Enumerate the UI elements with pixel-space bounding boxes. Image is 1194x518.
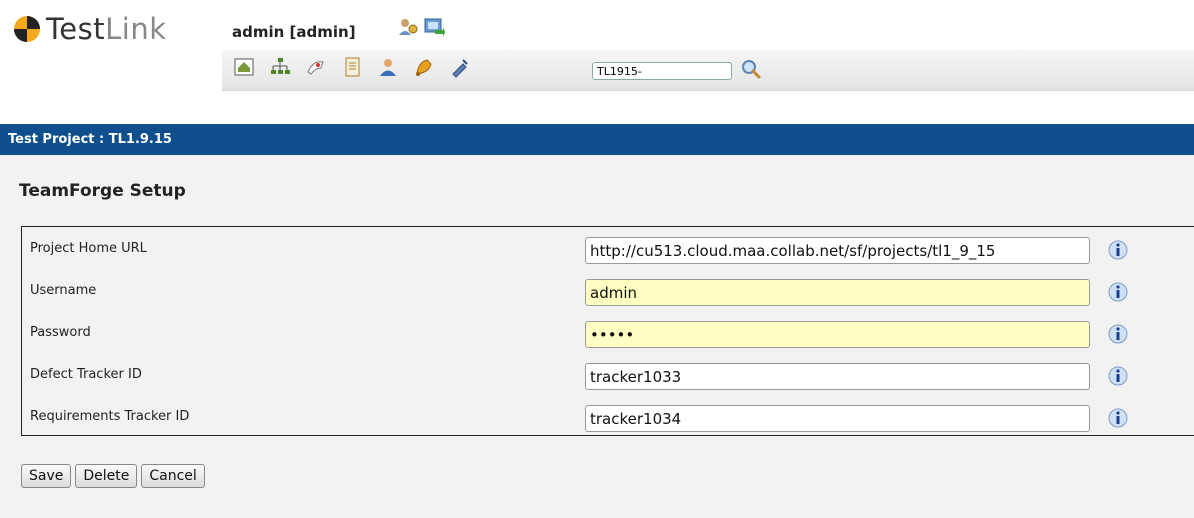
home-icon — [234, 58, 254, 76]
logo-text: TestLink — [46, 12, 167, 46]
logout-icon[interactable] — [423, 16, 445, 38]
info-icon[interactable] — [1108, 408, 1128, 428]
info-icon[interactable] — [1108, 240, 1128, 260]
main-toolbar — [232, 55, 472, 79]
info-icon[interactable] — [1108, 324, 1128, 344]
form-actions: Save Delete Cancel — [21, 464, 205, 488]
defect-tracker-id-input[interactable] — [585, 363, 1090, 390]
user-management-button[interactable] — [376, 55, 400, 79]
home-button[interactable] — [232, 55, 256, 79]
main-content: TeamForge Setup Project Home URL Usernam… — [0, 155, 1194, 498]
logo-icon — [14, 16, 40, 42]
page-title: TeamForge Setup — [19, 181, 186, 201]
form-row: Password — [22, 321, 1194, 351]
test-specification-button[interactable] — [304, 55, 328, 79]
requirements-button[interactable] — [340, 55, 364, 79]
bell-icon — [416, 59, 432, 76]
info-icon[interactable] — [1108, 366, 1128, 386]
plugin-icon — [452, 59, 468, 78]
project-home-url-label: Project Home URL — [30, 241, 147, 256]
user-icon — [380, 59, 396, 76]
search-icon[interactable] — [740, 58, 762, 80]
document-icon — [345, 57, 360, 77]
footer — [0, 498, 1194, 518]
defect-tracker-id-label: Defect Tracker ID — [30, 367, 142, 382]
specification-icon — [307, 61, 324, 75]
user-actions — [397, 16, 445, 38]
user-settings-icon[interactable] — [397, 16, 419, 38]
project-structure-button[interactable] — [268, 55, 292, 79]
project-home-url-input[interactable] — [585, 237, 1090, 264]
requirements-tracker-id-label: Requirements Tracker ID — [30, 409, 190, 424]
events-button[interactable] — [412, 55, 436, 79]
testcase-search-input[interactable] — [592, 62, 732, 80]
form-row: Requirements Tracker ID — [22, 405, 1194, 435]
form-row: Username — [22, 279, 1194, 309]
password-input[interactable] — [585, 321, 1090, 348]
delete-button[interactable]: Delete — [75, 464, 138, 488]
logged-in-user: admin [admin] — [232, 23, 356, 41]
teamforge-setup-form: Project Home URL Username Password Defec… — [21, 226, 1194, 436]
save-button[interactable]: Save — [21, 464, 72, 488]
password-label: Password — [30, 325, 91, 340]
form-row: Defect Tracker ID — [22, 363, 1194, 393]
cancel-button[interactable]: Cancel — [141, 464, 205, 488]
plugins-button[interactable] — [448, 55, 472, 79]
requirements-tracker-id-input[interactable] — [585, 405, 1090, 432]
project-title-bar: Test Project : TL1.9.15 — [0, 124, 1194, 155]
top-header: TestLink admin [admin] — [0, 0, 1194, 124]
username-label: Username — [30, 283, 97, 298]
info-icon[interactable] — [1108, 282, 1128, 302]
testlink-logo[interactable]: TestLink — [12, 12, 167, 46]
form-row: Project Home URL — [22, 237, 1194, 267]
username-input[interactable] — [585, 279, 1090, 306]
sitemap-icon — [271, 58, 290, 74]
